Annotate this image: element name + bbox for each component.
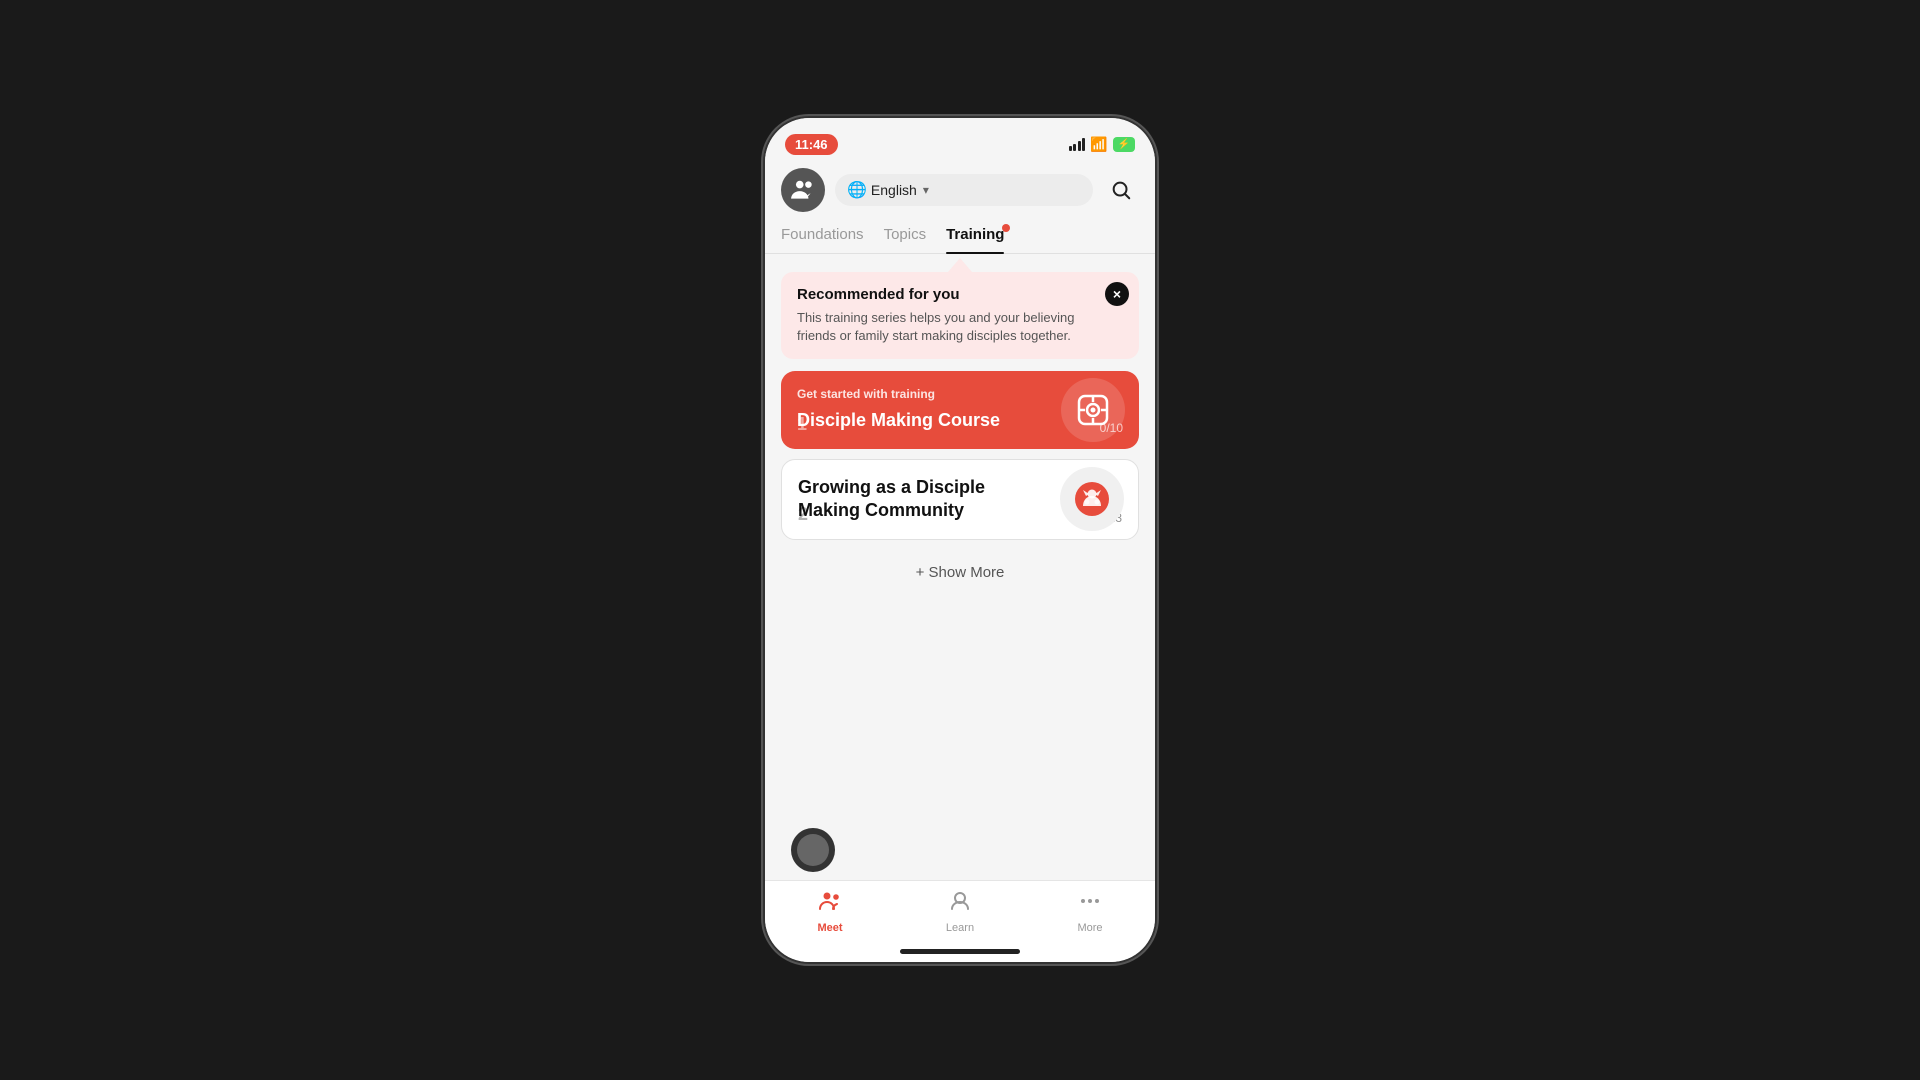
status-bar: 11:46 📶 ⚡ xyxy=(765,118,1155,162)
course-number-1: 1 xyxy=(797,414,807,435)
language-label: English xyxy=(871,182,917,198)
notification-dot xyxy=(1002,224,1010,232)
status-icons: 📶 ⚡ xyxy=(1069,136,1135,153)
search-button[interactable] xyxy=(1103,172,1139,208)
language-selector[interactable]: 🌐 English ▾ xyxy=(835,174,1093,206)
tab-learn[interactable]: Learn xyxy=(895,889,1025,934)
status-time: 11:46 xyxy=(785,134,838,155)
course-title-1: Disciple Making Course xyxy=(797,409,1009,432)
course-icon-2 xyxy=(1060,467,1124,531)
signal-bars-icon xyxy=(1069,138,1086,151)
avatar[interactable] xyxy=(781,168,825,212)
tab-more[interactable]: More xyxy=(1025,889,1155,934)
phone-frame: 11:46 📶 ⚡ 🌐 English ▾ xyxy=(765,118,1155,962)
meet-label: Meet xyxy=(817,922,842,934)
more-label: More xyxy=(1077,922,1102,934)
course-card-2[interactable]: Growing as a Disciple Making Community 2… xyxy=(781,459,1139,540)
wifi-icon: 📶 xyxy=(1090,136,1107,153)
course-card-1[interactable]: Get started with training Disciple Makin… xyxy=(781,371,1139,448)
learn-icon xyxy=(948,889,972,919)
tab-meet[interactable]: Meet xyxy=(765,889,895,934)
triangle-pointer xyxy=(765,258,1155,272)
close-button[interactable]: × xyxy=(1105,282,1129,306)
home-indicator xyxy=(900,949,1020,954)
course-number-2: 2 xyxy=(798,504,808,525)
recommendation-banner: Recommended for you This training series… xyxy=(781,272,1139,359)
tab-training[interactable]: Training xyxy=(946,218,1004,253)
battery-icon: ⚡ xyxy=(1113,137,1135,152)
more-icon xyxy=(1078,889,1102,919)
chevron-down-icon: ▾ xyxy=(923,183,929,197)
show-more-button[interactable]: + Show More xyxy=(781,550,1139,595)
floating-button-inner xyxy=(797,834,829,866)
recommendation-description: This training series helps you and your … xyxy=(797,309,1123,345)
meet-icon xyxy=(818,889,842,919)
tab-foundations[interactable]: Foundations xyxy=(781,218,864,253)
floating-button[interactable] xyxy=(791,828,835,872)
recommendation-title: Recommended for you xyxy=(797,286,1123,303)
nav-tabs: Foundations Topics Training xyxy=(765,218,1155,254)
tab-topics[interactable]: Topics xyxy=(884,218,927,253)
translate-icon: 🌐 xyxy=(847,180,867,200)
course-icon-1 xyxy=(1061,378,1125,442)
main-content: Recommended for you This training series… xyxy=(765,272,1155,595)
course-title-2: Growing as a Disciple Making Community xyxy=(798,476,1009,523)
header: 🌐 English ▾ xyxy=(765,162,1155,218)
learn-label: Learn xyxy=(946,922,974,934)
